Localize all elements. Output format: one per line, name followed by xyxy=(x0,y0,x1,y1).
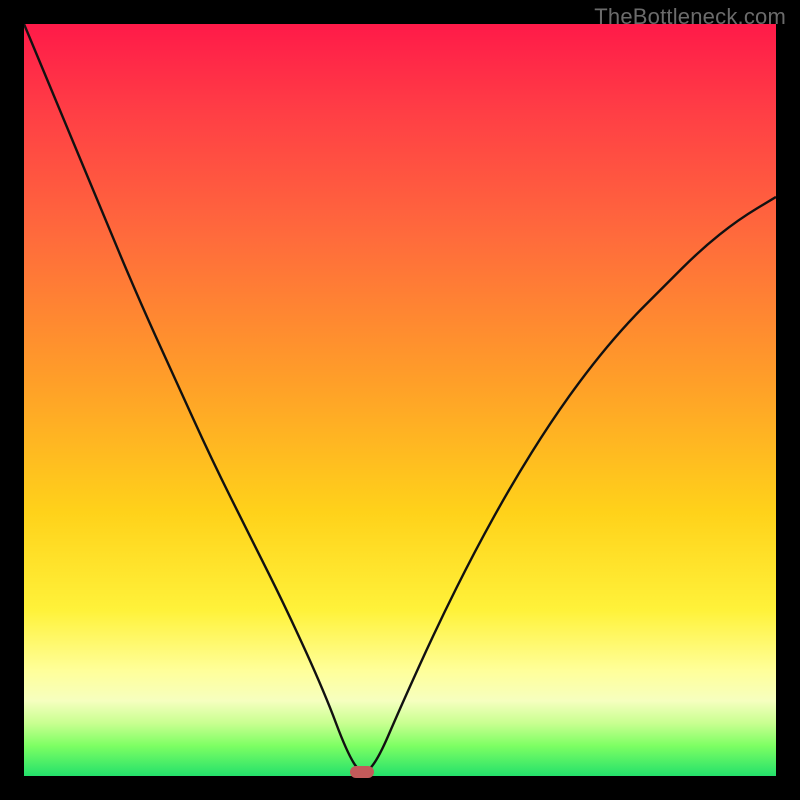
plot-area xyxy=(24,24,776,776)
chart-frame: TheBottleneck.com xyxy=(0,0,800,800)
min-marker xyxy=(350,766,374,778)
bottleneck-curve xyxy=(24,24,776,776)
